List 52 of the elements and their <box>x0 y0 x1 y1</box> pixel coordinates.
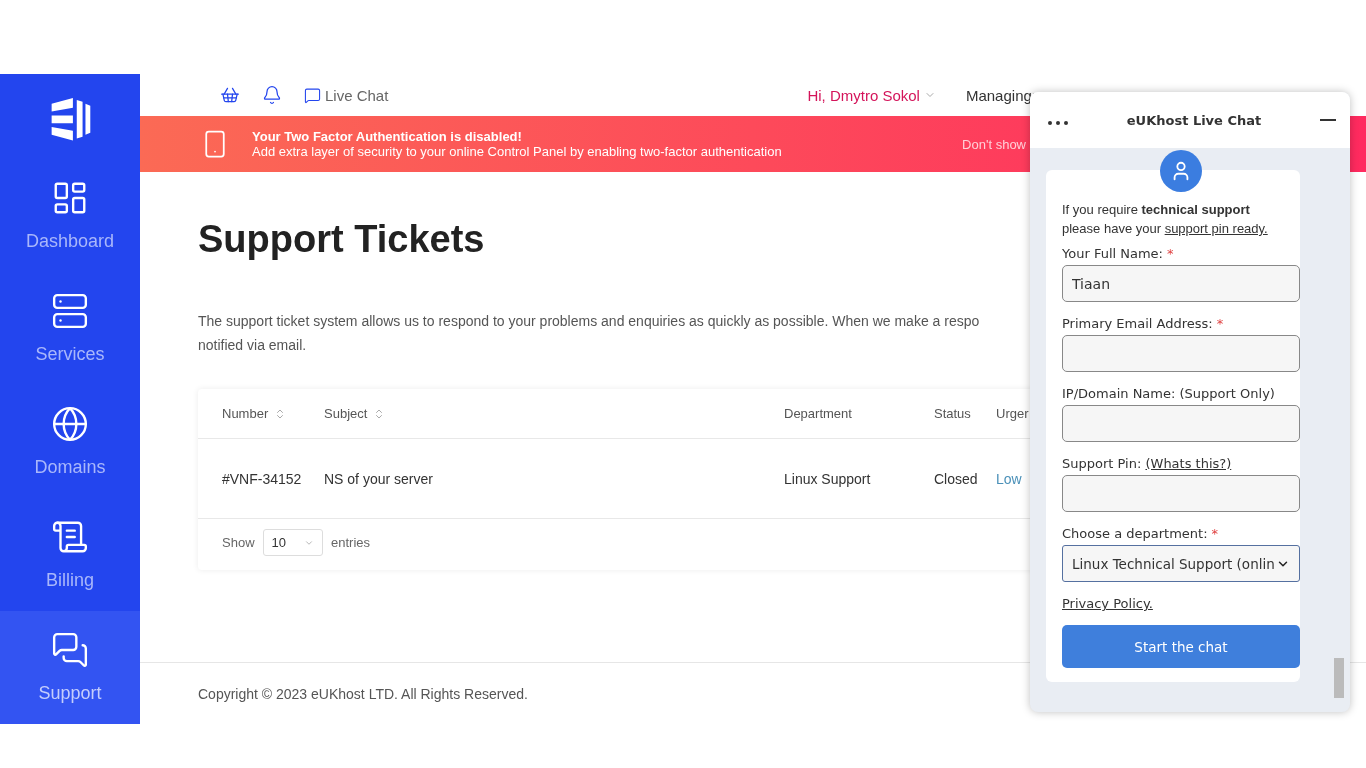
privacy-link[interactable]: Privacy Policy. <box>1062 596 1153 611</box>
chat-title: eUKhost Live Chat <box>1126 112 1262 128</box>
chat-bubble-icon <box>304 86 321 104</box>
column-header: Urger <box>996 406 1030 421</box>
input-field[interactable] <box>1062 335 1300 372</box>
copyright-text: Copyright © 2023 eUKhost LTD. All Rights Reserved. <box>198 685 528 702</box>
column-header[interactable]: Number <box>222 406 324 421</box>
managing-label: Managing: <box>965 86 1036 104</box>
banner-text: Add extra layer of security to your online Control Panel by enabling two-factor authentication <box>252 144 782 159</box>
sidebar-item[interactable]: Support <box>0 610 140 724</box>
user-menu[interactable]: Hi, Dmytro Sokol <box>807 86 936 104</box>
globe-icon <box>51 404 89 443</box>
whats-this-link[interactable]: (Whats this?) <box>1145 456 1232 471</box>
column-header: Status <box>934 406 972 421</box>
table-cell-text: Low <box>996 470 1023 487</box>
input-field[interactable] <box>1062 475 1300 512</box>
department-select[interactable]: Linux Technical Support (onlin <box>1062 545 1300 582</box>
field-label: Primary Email Address: * <box>1062 316 1225 331</box>
sidebar-item[interactable]: Services <box>0 271 140 385</box>
required-mark: * <box>1211 526 1218 541</box>
field-label: Choose a department: * <box>1062 526 1219 541</box>
field-label: Support Pin: (Whats this?) <box>1062 456 1233 471</box>
page-title: Support Tickets <box>198 218 485 261</box>
chat-intro: If you require technical support please have your support pin ready. <box>1062 201 1269 238</box>
table-cell-text: NS of your server <box>324 470 434 487</box>
basket-icon[interactable] <box>220 85 240 105</box>
input-field[interactable] <box>1062 405 1300 442</box>
intro-text: The support ticket system allows us to respond to your problems and enquiries as quickly as possible. When we make a respo notified via email. <box>198 312 981 355</box>
sidebar-item[interactable]: Dashboard <box>0 158 140 272</box>
table-cell-text: Linux Support <box>784 470 872 487</box>
table-cell-text: #VNF-34152 <box>222 470 303 487</box>
sidebar-item[interactable]: Domains <box>0 384 140 498</box>
entries-label: entries <box>331 535 371 550</box>
column-header: Department <box>784 406 853 421</box>
live-chat-link[interactable]: Live Chat <box>304 86 389 104</box>
server-icon <box>51 291 89 330</box>
required-mark: * <box>1167 246 1174 261</box>
support-pin-link[interactable]: support pin ready. <box>1164 221 1268 236</box>
banner-title: Your Two Factor Authentication is disabled! <box>252 129 523 144</box>
chat-icon <box>51 630 89 669</box>
input-field[interactable]: Tiaan <box>1062 265 1300 302</box>
field-label: Your Full Name: * <box>1062 246 1175 261</box>
required-mark: * <box>1216 316 1224 331</box>
logo-icon <box>49 98 91 141</box>
show-label: Show <box>222 535 255 550</box>
page-size-select[interactable]: 10 <box>262 529 323 556</box>
table-cell-text: Closed <box>934 470 979 487</box>
sidebar-item[interactable]: Billing <box>0 497 140 611</box>
field-label: IP/Domain Name: (Support Only) <box>1062 386 1276 401</box>
start-chat-button[interactable]: Start the chat <box>1062 625 1300 668</box>
bell-icon[interactable] <box>262 85 282 105</box>
column-header[interactable]: Subject <box>324 406 784 421</box>
